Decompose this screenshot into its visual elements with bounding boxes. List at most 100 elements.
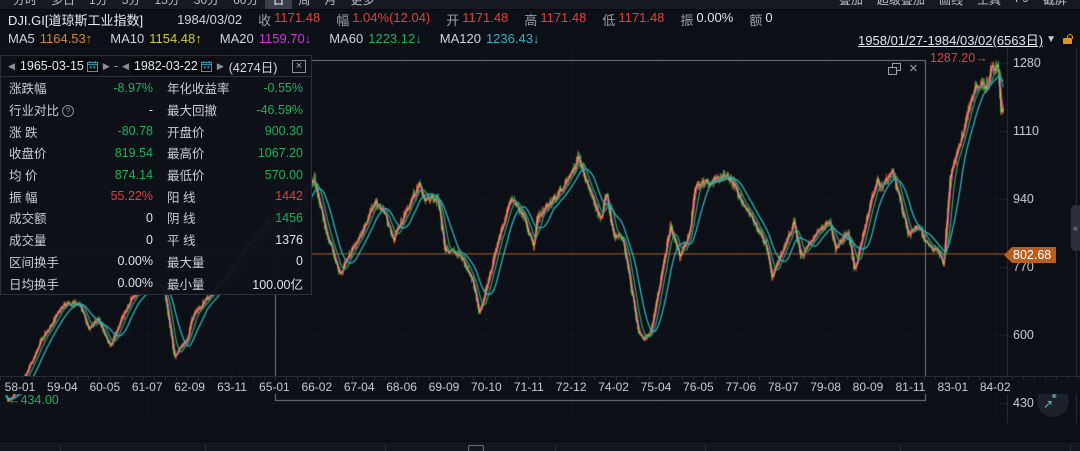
stat-label: 阴 线: [167, 208, 245, 227]
tab-5分[interactable]: 5分: [115, 0, 148, 10]
question-icon[interactable]: ?: [62, 105, 74, 117]
stat-label: 年化收益率: [167, 78, 245, 97]
quote-field: 低1171.48: [602, 10, 664, 29]
candlestick-chart-area: 12801110940770600430 1287.20→ ←434.00 80…: [0, 47, 1080, 423]
tool-叠加[interactable]: 叠加: [832, 0, 870, 10]
stats-row: 涨 跌-80.78开盘价900.30: [1, 120, 311, 142]
stat-value: -: [89, 103, 153, 117]
ma-label: MA60: [329, 31, 363, 46]
next-start-date-icon[interactable]: ▶: [101, 61, 112, 72]
tool-超级叠加[interactable]: 超级叠加: [870, 0, 932, 10]
tab-更多[interactable]: 更多: [344, 0, 382, 10]
x-tick-label: 65-01: [259, 380, 290, 394]
trading-app-window: 分时多日1分5分15分30分60分日周月更多 叠加超级叠加画线工具F9截屏 DJ…: [0, 0, 1080, 451]
bottom-tab-bar[interactable]: [0, 441, 1080, 451]
stat-value: 0: [245, 254, 303, 268]
stat-value: 874.14: [89, 168, 153, 182]
ma-item: MA120 1236.43↓: [440, 31, 540, 46]
x-tick-label: 62-09: [174, 380, 205, 394]
x-tick-label: 75-04: [641, 380, 672, 394]
field-label: 额: [749, 10, 762, 29]
stat-value: -0.55%: [245, 81, 303, 95]
sidebar-collapse-handle[interactable]: «: [1071, 205, 1080, 251]
tab-分时[interactable]: 分时: [6, 0, 44, 10]
stat-value: 819.54: [89, 146, 153, 160]
ma-value: 1236.43↓: [486, 31, 540, 46]
ma-item: MA601223.12↓: [329, 31, 421, 46]
ma-label: MA20: [220, 31, 254, 46]
tab-月[interactable]: 月: [318, 0, 344, 10]
tool-工具[interactable]: 工具: [970, 0, 1008, 10]
bottom-divider: [60, 444, 61, 451]
y-tick-label: 940: [1013, 192, 1034, 206]
stat-label: 日均换手: [9, 274, 89, 293]
x-tick-label: 58-01: [5, 380, 36, 394]
price-tag-802: 802.68: [1004, 247, 1056, 263]
tab-日[interactable]: 日: [265, 0, 291, 10]
field-label: 低: [602, 10, 615, 29]
selection-toolbar: ×: [888, 63, 918, 75]
tool-截屏[interactable]: 截屏: [1036, 0, 1074, 10]
tab-15分[interactable]: 15分: [147, 0, 186, 10]
stat-label: 阳 线: [167, 187, 245, 206]
stat-value: 1456: [245, 211, 303, 225]
tab-1分[interactable]: 1分: [82, 0, 115, 10]
chevron-down-icon[interactable]: ▼: [1046, 34, 1056, 45]
stat-label: 收盘价: [9, 143, 89, 162]
stat-value: 0: [89, 233, 153, 247]
field-value: 1171.48: [462, 10, 508, 29]
selection-close-icon[interactable]: ×: [909, 63, 918, 75]
tab-周[interactable]: 周: [292, 0, 318, 10]
bottom-divider: [705, 444, 706, 451]
tab-30分[interactable]: 30分: [187, 0, 226, 10]
bottom-panel-icon[interactable]: [468, 445, 484, 451]
end-date-chip[interactable]: 1982-03-22: [131, 58, 215, 74]
tool-F9[interactable]: F9: [1008, 0, 1036, 10]
stat-value: 55.22%: [89, 189, 153, 203]
y-tick-label: 1280: [1013, 56, 1041, 70]
end-date: 1982-03-22: [134, 59, 198, 73]
bottom-divider: [1070, 444, 1071, 451]
x-tick-label: 69-09: [429, 380, 460, 394]
unlock-icon[interactable]: [1063, 35, 1074, 44]
x-axis: 58-0159-0460-0561-0762-0963-1165-0166-02…: [0, 376, 1080, 394]
x-tick-label: 72-12: [556, 380, 587, 394]
stat-label: 最大回撤: [167, 100, 245, 119]
field-value: 1171.48: [274, 10, 320, 29]
prev-end-date-icon[interactable]: ◀: [120, 61, 131, 72]
x-tick-label: 61-07: [132, 380, 163, 394]
next-end-date-icon[interactable]: ▶: [215, 61, 226, 72]
range-stats-header: ◀ 1965-03-15 ▶ - ◀ 1982-03-22 ▶ (4274日) …: [1, 56, 311, 77]
stat-label: 最大量: [167, 252, 245, 271]
x-tick-label: 79-08: [810, 380, 841, 394]
stats-row: 振 幅55.22%阳 线1442: [1, 185, 311, 207]
prev-start-date-icon[interactable]: ◀: [6, 61, 17, 72]
quote-field: 振0.00%: [680, 10, 733, 29]
stat-value: -80.78: [89, 124, 153, 138]
stat-value: 570.00: [245, 168, 303, 182]
x-tick-label: 84-02: [980, 380, 1011, 394]
quote-field: 开1171.48: [446, 10, 508, 29]
quote-fields: 收1171.48幅1.04%(12.04)开1171.48高1171.48低11…: [242, 10, 772, 29]
start-date-chip[interactable]: 1965-03-15: [17, 58, 101, 74]
ma-value: 1164.53↑: [40, 31, 93, 46]
range-stats-panel: ◀ 1965-03-15 ▶ - ◀ 1982-03-22 ▶ (4274日) …: [0, 55, 312, 295]
copy-print-icon[interactable]: [888, 63, 901, 75]
stats-row: 区间换手0.00%最大量0: [1, 251, 311, 273]
panel-close-icon[interactable]: ×: [292, 60, 306, 73]
calendar-icon: [87, 61, 98, 72]
bottom-divider: [555, 444, 556, 451]
tab-多日[interactable]: 多日: [44, 0, 82, 10]
x-tick-label: 59-04: [47, 380, 78, 394]
tool-画线[interactable]: 画线: [932, 0, 970, 10]
stat-value: 1067.20: [245, 146, 303, 160]
ma-value: 1154.48↑: [149, 31, 202, 46]
x-tick-label: 60-05: [89, 380, 120, 394]
ma-item: MA201159.70↓: [220, 31, 312, 46]
tab-60分[interactable]: 60分: [226, 0, 265, 10]
stat-value: 100.00亿: [245, 274, 303, 293]
field-value: 0.00%: [696, 10, 733, 29]
period-high-annotation: 1287.20→: [930, 51, 988, 65]
x-tick-label: 68-06: [386, 380, 417, 394]
ma-label: MA120: [440, 31, 481, 46]
